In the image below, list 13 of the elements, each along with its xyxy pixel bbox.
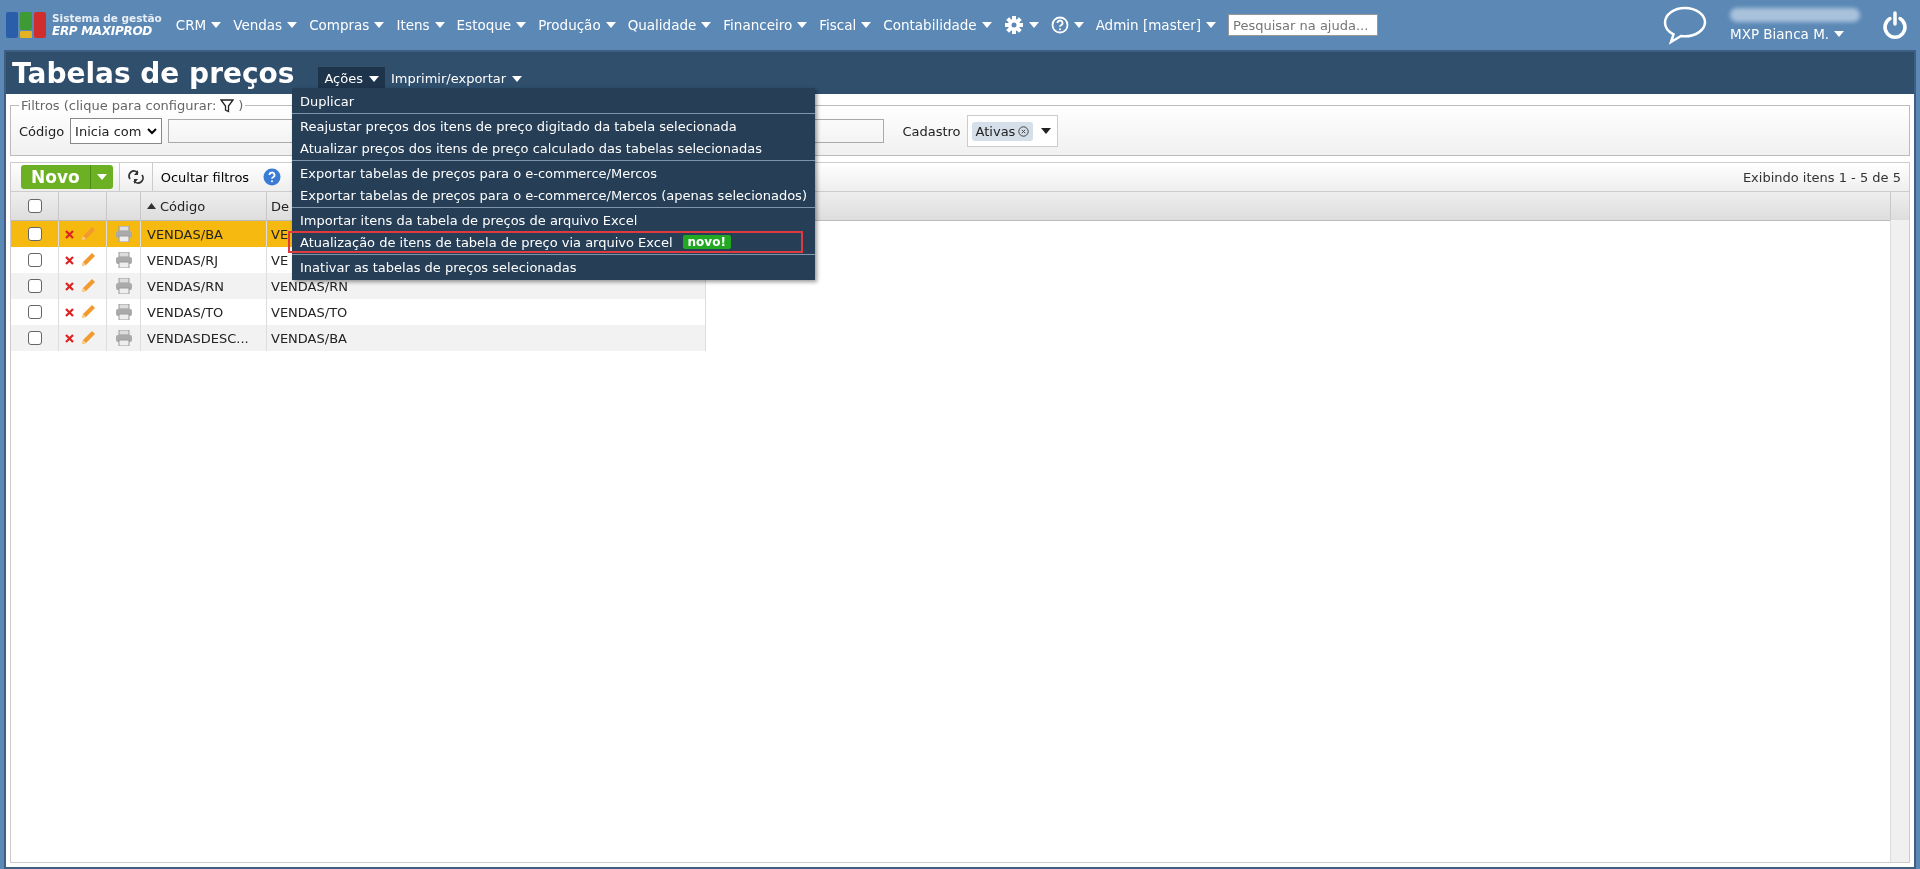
- field-label: Código: [19, 123, 65, 139]
- page-title: Tabelas de preços: [12, 56, 295, 90]
- logo-subtitle: Sistema de gestão: [52, 12, 162, 24]
- table-cell: VENDASDESC...: [141, 325, 267, 351]
- field-label: Cadastro: [902, 123, 961, 139]
- status-tag: Ativas: [971, 121, 1034, 141]
- table-cell: VENDAS/RN: [141, 273, 267, 299]
- filters-legend-end: ): [238, 98, 244, 113]
- new-badge: novo!: [682, 235, 731, 249]
- logo-title: ERP MAXIPROD: [52, 24, 153, 38]
- table-cell: VENDAS/BA: [141, 221, 267, 247]
- item-count: Exibindo itens 1 - 5 de 5: [1742, 169, 1901, 185]
- table-cell: VENDAS/BA: [267, 325, 706, 351]
